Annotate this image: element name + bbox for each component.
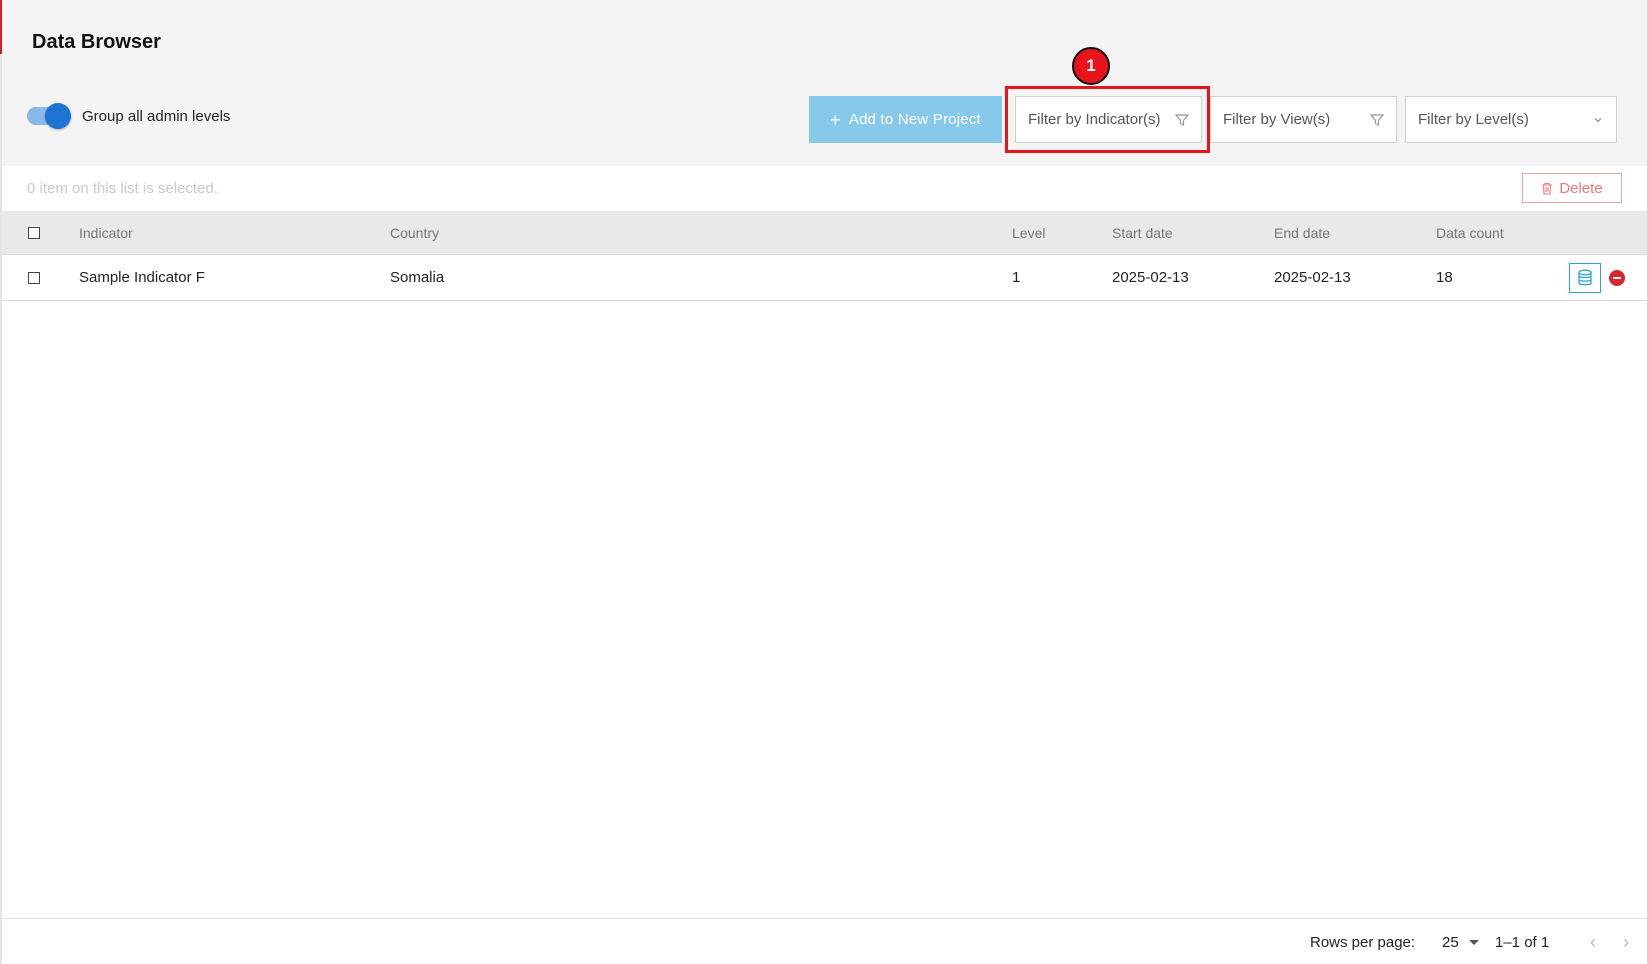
toggle-switch[interactable] [27,103,71,129]
filter-icon [1175,113,1189,126]
toggle-label: Group all admin levels [82,107,231,125]
table-footer: Rows per page: 25 1–1 of 1 ‹ › [2,918,1647,964]
cell-level: 1 [1012,269,1021,286]
filter-indicator-placeholder: Filter by Indicator(s) [1028,111,1161,128]
add-to-new-project-button[interactable]: + Add to New Project [809,96,1002,143]
page-range: 1–1 of 1 [1495,934,1550,951]
caret-down-icon [1468,940,1479,945]
toggle-knob [45,103,71,129]
page-title: Data Browser [32,31,161,53]
step-badge: 1 [1072,47,1110,85]
chevron-left-icon[interactable]: ‹ [1590,932,1596,953]
checkbox-box[interactable] [28,226,40,239]
rows-per-page-select[interactable]: 25 [1442,934,1479,951]
column-header-country: Country [390,224,440,241]
filter-view-placeholder: Filter by View(s) [1223,111,1331,128]
remove-icon[interactable] [1609,270,1625,286]
trash-icon [1542,182,1553,195]
column-header-indicator: Indicator [79,224,133,241]
delete-label: Delete [1559,179,1603,197]
cell-data-count: 18 [1436,269,1453,286]
delete-button[interactable]: Delete [1522,173,1622,203]
filter-indicator-dropdown[interactable]: Filter by Indicator(s) [1015,96,1202,143]
row-actions [1569,263,1625,293]
plus-icon: + [830,109,841,130]
database-icon[interactable] [1569,263,1601,293]
rows-per-page-label: Rows per page: [1310,934,1416,951]
cell-end-date: 2025-02-13 [1274,269,1351,286]
column-header-end-date: End date [1274,224,1331,241]
cell-indicator: Sample Indicator F [79,269,205,286]
chevron-down-icon [1594,117,1602,122]
select-all-checkbox[interactable] [28,211,40,254]
selection-bar: 0 item on this list is selected. [2,166,1647,211]
filter-icon [1370,113,1384,126]
column-header-start-date: Start date [1112,224,1173,241]
group-admin-levels-toggle[interactable]: Group all admin levels [27,103,231,129]
chevron-right-icon[interactable]: › [1623,932,1629,953]
add-button-label: Add to New Project [848,111,981,128]
checkbox-box[interactable] [28,271,40,284]
table-row: Sample Indicator F Somalia 1 2025-02-13 … [2,255,1647,301]
column-header-level: Level [1012,224,1046,241]
cell-country: Somalia [390,269,445,286]
filter-level-dropdown[interactable]: Filter by Level(s) [1405,96,1617,143]
table-header: Indicator Country Level Start date End d… [2,211,1647,255]
row-checkbox[interactable] [28,255,40,300]
filter-level-placeholder: Filter by Level(s) [1418,111,1529,128]
column-header-data-count: Data count [1436,224,1504,241]
rows-per-page-value: 25 [1442,934,1459,951]
selection-status: 0 item on this list is selected. [27,180,218,197]
cell-start-date: 2025-02-13 [1112,269,1189,286]
filter-view-dropdown[interactable]: Filter by View(s) [1210,96,1397,143]
